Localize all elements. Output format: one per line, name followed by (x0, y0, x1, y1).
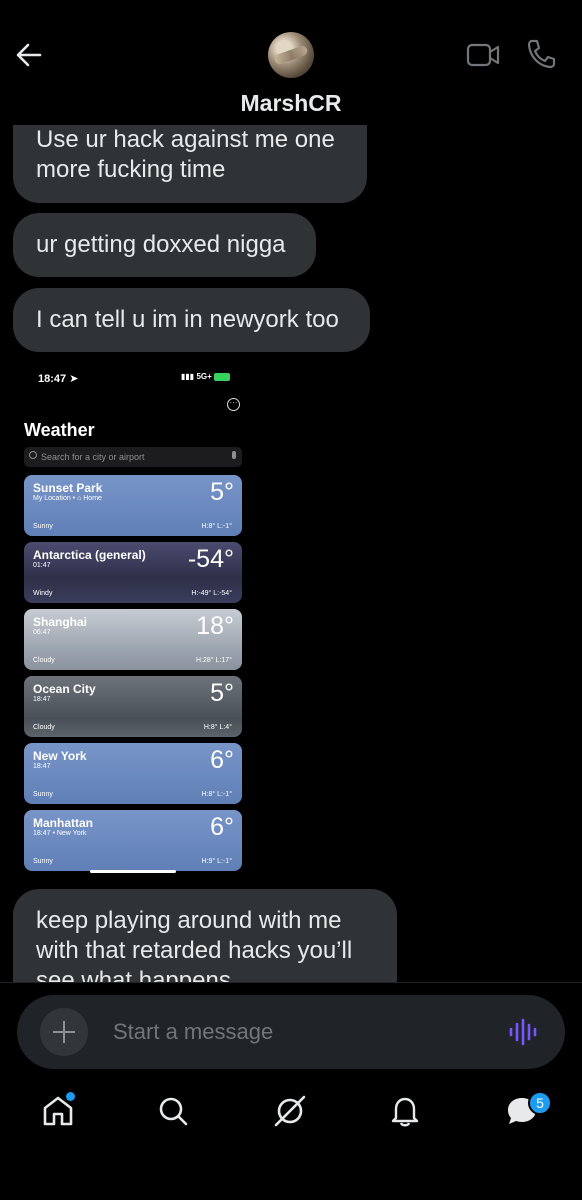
weather-title: Weather (24, 420, 95, 440)
add-media-button[interactable] (40, 1008, 88, 1056)
composer-area (0, 982, 582, 1200)
message-text: keep playing around with me with that re… (36, 907, 353, 982)
status-time: 18:47 ➤ (38, 373, 79, 385)
message-text: Use ur hack against me one more fucking … (36, 126, 335, 183)
message-bubble[interactable]: ur getting doxxed nigga (13, 213, 316, 277)
message-text: I can tell u im in newyork too (36, 306, 339, 333)
message-text: ur getting doxxed nigga (36, 231, 286, 258)
voice-message-icon[interactable] (508, 1018, 538, 1046)
weather-search: Search for a city or airport (24, 447, 242, 467)
search-icon (29, 451, 37, 459)
weather-card: Sunset Park My Location • ⌂ Home 5° Sunn… (24, 475, 242, 536)
weather-card: Ocean City 18:47 5° Cloudy H:8° L:4° (24, 676, 242, 737)
message-bubble[interactable]: keep playing around with me with that re… (13, 889, 397, 982)
status-indicators: ▮▮▮ 5G+ (181, 372, 230, 381)
weather-card: Shanghai 06:47 18° Cloudy H:28° L:17° (24, 609, 242, 670)
battery-icon (213, 372, 230, 381)
contact-name[interactable]: MarshCR (0, 90, 582, 117)
phone-call-icon[interactable] (526, 38, 556, 70)
contact-avatar[interactable] (268, 32, 314, 78)
image-attachment[interactable]: 18:47 ➤ ▮▮▮ 5G+ ··· Weather Search for a… (13, 360, 253, 880)
weather-card: New York 18:47 6° Sunny H:8° L:-1° (24, 743, 242, 804)
home-indicator (90, 870, 176, 873)
mic-icon (232, 451, 236, 459)
back-arrow-icon[interactable] (14, 40, 44, 70)
video-call-icon[interactable] (466, 41, 500, 69)
notifications-icon[interactable] (387, 1093, 423, 1129)
message-input[interactable] (113, 1017, 473, 1047)
message-bubble[interactable]: I can tell u im in newyork too (13, 288, 370, 352)
conversation-header: MarshCR (0, 0, 582, 125)
search-icon[interactable] (155, 1093, 191, 1129)
weather-card: Antarctica (general) 01:47 -54° Windy H:… (24, 542, 242, 603)
message-thread[interactable]: Use ur hack against me one more fucking … (0, 125, 582, 982)
messages-badge: 5 (528, 1091, 552, 1115)
more-options-icon: ··· (227, 398, 240, 411)
weather-card: Manhattan 18:47 • New York 6° Sunny H:9°… (24, 810, 242, 871)
message-bubble[interactable]: Use ur hack against me one more fucking … (13, 125, 367, 203)
grok-icon[interactable] (272, 1093, 308, 1129)
home-notification-dot (66, 1092, 75, 1101)
message-composer (17, 995, 565, 1069)
